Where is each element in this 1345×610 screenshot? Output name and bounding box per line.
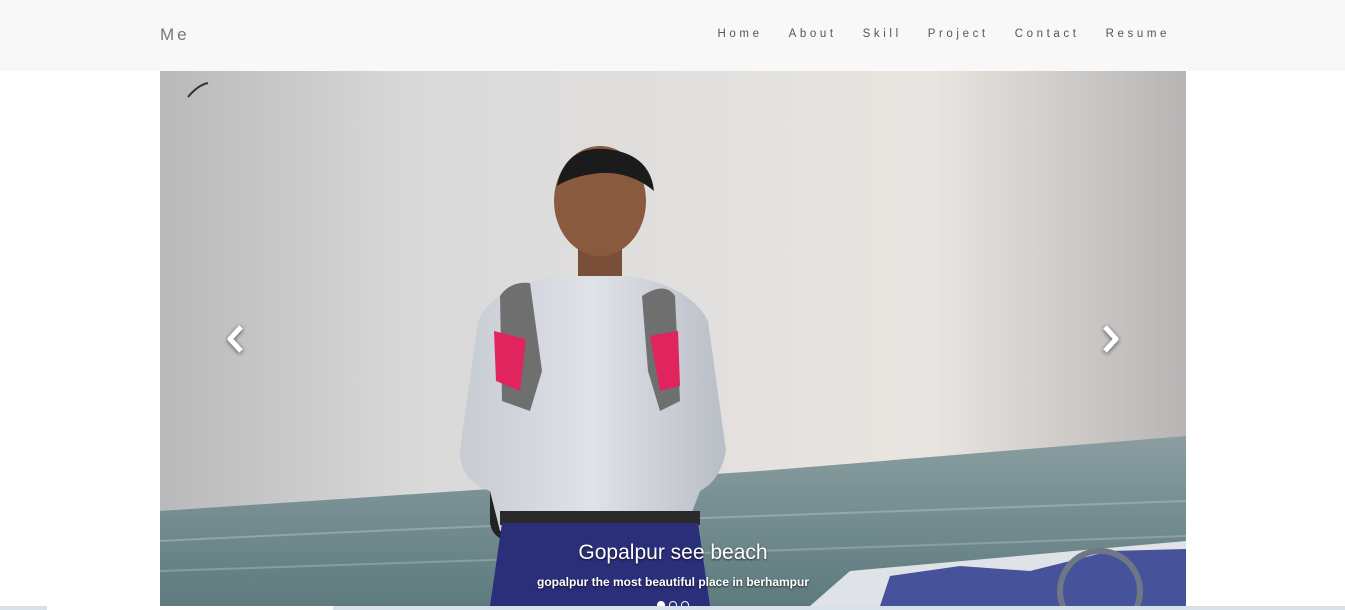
slide-photo <box>160 71 1186 606</box>
nav-link-resume[interactable]: Resume <box>1106 28 1170 40</box>
nav-link-project[interactable]: Project <box>928 28 989 40</box>
carousel-prev-control[interactable] <box>160 71 310 606</box>
slide-caption-title: Gopalpur see beach <box>578 541 768 564</box>
carousel-next-control[interactable] <box>1036 71 1186 606</box>
nav-link-about[interactable]: About <box>789 28 837 40</box>
brand-link[interactable]: Me <box>160 25 190 45</box>
image-carousel: Gopalpur see beach gopalpur the most bea… <box>160 71 1186 606</box>
chevron-right-icon <box>1103 324 1119 353</box>
bottom-tab <box>47 606 333 610</box>
nav-link-home[interactable]: Home <box>718 28 763 40</box>
slide-caption-text: gopalpur the most beautiful place in ber… <box>536 575 810 589</box>
nav-link-contact[interactable]: Contact <box>1015 28 1080 40</box>
chevron-left-icon <box>227 324 243 353</box>
nav-link-skill[interactable]: Skill <box>863 28 902 40</box>
navbar: Me Home About Skill Project Contact Resu… <box>0 0 1345 71</box>
nav-menu: Home About Skill Project Contact Resume <box>718 28 1171 40</box>
